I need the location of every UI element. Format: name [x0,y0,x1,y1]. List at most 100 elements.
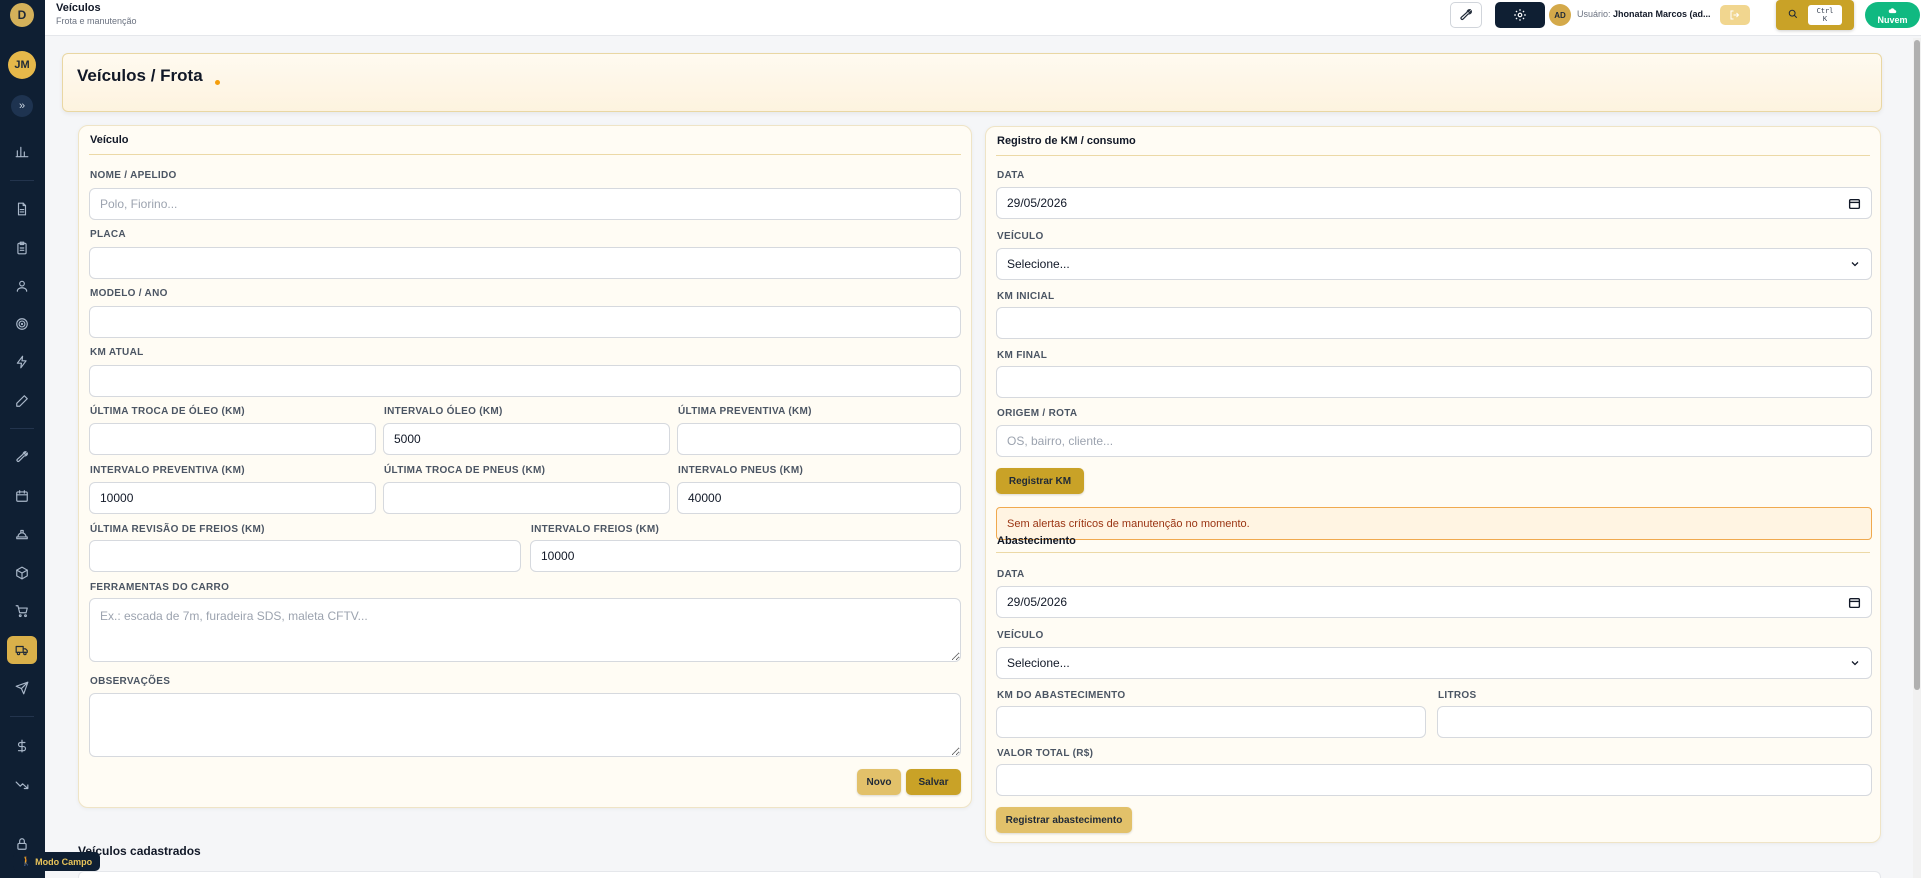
sidebar-divider [10,716,34,717]
sidebar-item-safety[interactable] [7,520,37,548]
maintenance-alert: Sem alertas críticos de manutenção no mo… [996,507,1872,540]
tires-interval-input[interactable] [677,482,961,514]
km-input[interactable] [89,365,961,397]
sidebar-item-orders[interactable] [7,234,37,262]
send-icon [15,681,29,695]
user-avatar[interactable]: JM [8,51,36,79]
fuel-title: Abastecimento [997,535,1076,547]
card-divider [996,552,1870,553]
wrench-icon [16,451,28,463]
sidebar-item-finance[interactable] [7,732,37,760]
current-user: Usuário: Jhonatan Marcos (ad... [1577,9,1711,19]
km-start-input[interactable] [996,307,1872,339]
fuel-km-label: KM DO ABASTECIMENTO [997,690,1126,701]
oil-last-input[interactable] [89,423,376,455]
settings-button[interactable] [1495,2,1545,28]
oil-interval-label: INTERVALO ÓLEO (KM) [384,406,503,417]
origin-label: ORIGEM / ROTA [997,408,1078,419]
cloud-sync-button[interactable]: Nuvem [1865,2,1920,28]
sidebar-item-goals[interactable] [7,310,37,338]
km-date-value: 29/05/2026 [1007,196,1068,210]
sidebar-item-calendar[interactable] [7,482,37,510]
save-button[interactable]: Salvar [906,769,961,795]
tires-last-input[interactable] [383,482,670,514]
brakes-last-input[interactable] [89,540,521,572]
app-logo[interactable]: D [10,3,34,27]
calendar-icon[interactable] [1848,596,1861,609]
field-mode-button[interactable]: 🚶 Modo Campo [13,852,100,871]
field-mode-label: Modo Campo [35,856,93,867]
km-date-input[interactable]: 29/05/2026 [996,187,1872,219]
plate-label: PLACA [90,229,126,240]
total-label: VALOR TOTAL (R$) [997,748,1094,759]
tools-button[interactable] [1450,2,1482,28]
vehicle-card-title: Veículo [90,134,129,146]
liters-input[interactable] [1437,706,1872,738]
register-fuel-button[interactable]: Registrar abastecimento [996,807,1132,833]
clipboard-icon [17,241,27,255]
fuel-km-input[interactable] [996,706,1426,738]
sidebar-divider [10,180,34,181]
model-input[interactable] [89,306,961,338]
prev-interval-input[interactable] [89,482,376,514]
model-label: MODELO / ANO [90,288,168,299]
hard-hat-icon [16,529,28,540]
scrollbar-thumb[interactable] [1914,40,1920,690]
document-icon [17,202,27,216]
name-input[interactable] [89,188,961,220]
km-vehicle-select[interactable]: Selecione... [996,248,1872,280]
status-dot [215,80,220,85]
page-title: Veículos [56,2,101,14]
fuel-vehicle-select[interactable]: Selecione... [996,647,1872,679]
km-end-label: KM FINAL [997,350,1048,361]
sidebar-item-inventory[interactable] [7,559,37,587]
sidebar-item-dispatch[interactable] [7,674,37,702]
km-label: KM ATUAL [90,347,144,358]
cart-icon [15,605,28,618]
sidebar-item-dashboard[interactable] [7,138,37,166]
sidebar-item-vehicles[interactable] [7,636,37,664]
logout-button[interactable] [1720,5,1750,25]
register-km-button[interactable]: Registrar KM [996,468,1084,494]
tools-label: FERRAMENTAS DO CARRO [90,582,230,593]
prev-last-label: ÚLTIMA PREVENTIVA (KM) [678,406,812,417]
plate-input[interactable] [89,247,961,279]
sidebar-item-purchases[interactable] [7,597,37,625]
km-end-input[interactable] [996,366,1872,398]
bar-chart-icon [15,146,29,158]
tools-textarea[interactable] [89,598,961,662]
pencil-icon [16,395,28,407]
user-icon [16,280,28,292]
cloud-icon [1888,7,1897,13]
lock-icon [17,838,27,850]
fuel-date-input[interactable]: 29/05/2026 [996,586,1872,618]
dollar-icon [17,739,27,753]
sidebar-item-maintenance[interactable] [7,443,37,471]
liters-label: LITROS [1438,690,1477,701]
notes-textarea[interactable] [89,693,961,757]
sidebar-expand-button[interactable]: » [11,95,33,117]
name-label: NOME / APELIDO [90,170,177,181]
sidebar-item-edit[interactable] [7,387,37,415]
prev-last-input[interactable] [677,423,961,455]
origin-input[interactable] [996,425,1872,457]
km-start-label: KM INICIAL [997,291,1055,302]
lightning-icon [16,355,27,369]
gear-icon [1514,9,1526,21]
sidebar-item-clients[interactable] [7,272,37,300]
page-header: Veículos / Frota [62,53,1882,112]
brakes-interval-input[interactable] [530,540,961,572]
page-scrollbar[interactable] [1913,38,1921,878]
sidebar-item-documents[interactable] [7,195,37,223]
km-vehicle-label: VEÍCULO [997,231,1044,242]
sidebar-item-expenses[interactable] [7,771,37,799]
sidebar-item-quick[interactable] [7,348,37,376]
cloud-label: Nuvem [1877,14,1908,25]
calendar-icon [16,490,28,502]
calendar-icon[interactable] [1848,197,1861,210]
total-input[interactable] [996,764,1872,796]
admin-avatar[interactable]: AD [1549,4,1571,26]
oil-interval-input[interactable] [383,423,670,455]
command-search-button[interactable]: Ctrl K [1776,0,1854,30]
new-button[interactable]: Novo [857,769,901,795]
